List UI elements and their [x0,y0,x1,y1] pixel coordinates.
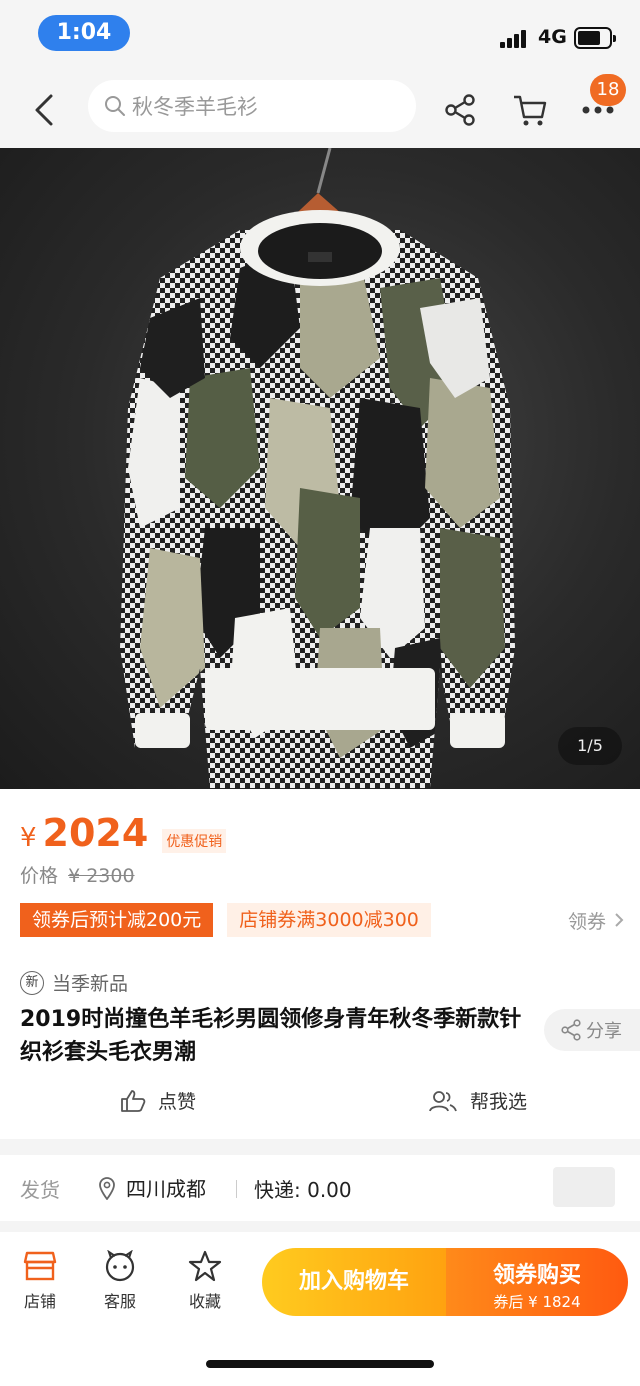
promo-tag: 优惠促销 [162,829,227,853]
currency-symbol: ¥ [20,823,37,853]
star-icon [188,1250,222,1282]
like-button[interactable]: 点赞 [120,1087,196,1114]
location-pin-icon [99,1176,115,1200]
get-coupon-link[interactable]: 领券 [568,907,624,934]
back-arrow-icon [35,94,53,126]
nav-bar: 秋冬季羊毛衫 18 [0,74,640,148]
delivery-location: 四川成都 [98,1173,206,1202]
share-icon [445,94,475,126]
coupon-row[interactable]: 领券后预计减200元 店铺券满3000减300 领券 [20,903,624,937]
back-button[interactable] [24,88,64,132]
status-bar: 1:04 4G [0,0,640,74]
original-price-label: 价格 [20,865,59,887]
share-button[interactable] [438,88,482,132]
new-arrival-label: 当季新品 [52,973,129,995]
service-label: 客服 [103,1292,136,1311]
get-coupon-label: 领券 [567,910,606,933]
tab-customer-service[interactable]: 客服 [90,1250,150,1312]
favorite-label: 收藏 [188,1292,221,1311]
original-price: ¥ 2300 [68,865,135,887]
like-label: 点赞 [158,1091,197,1113]
shipping-fee: 快递: 0.00 [254,1178,352,1202]
network-type: 4G [538,26,567,48]
delivery-label: 发货 [20,1178,60,1202]
share-small-icon [561,1019,581,1041]
tab-shop[interactable]: 店铺 [10,1250,70,1312]
share-label: 分享 [586,1021,622,1042]
price-row: ¥ 2024 优惠促销 [20,811,227,855]
search-icon [105,96,125,116]
product-info: ¥ 2024 优惠促销 价格 ¥ 2300 领券后预计减200元 店铺券满300… [0,789,640,1139]
add-to-cart-button[interactable]: 加入购物车 [262,1248,446,1316]
thumbs-up-icon [121,1089,146,1112]
new-arrival-row: 新 当季新品 [20,969,128,996]
battery-icon [574,27,616,49]
chevron-right-icon [615,913,624,927]
image-counter: 1/5 [558,727,622,765]
shop-coupon-tag: 店铺券满3000减300 [227,903,431,937]
signal-icon [500,30,530,48]
search-placeholder: 秋冬季羊毛衫 [132,95,258,119]
buy-with-coupon-button[interactable]: 领券购买 券后 ¥ 1824 [446,1248,628,1316]
tab-favorite[interactable]: 收藏 [175,1250,235,1312]
cart-icon [514,95,547,126]
cart-button[interactable] [508,88,552,132]
help-choose-button[interactable]: 帮我选 [428,1087,527,1114]
product-image[interactable]: 1/5 [0,148,640,789]
home-indicator[interactable] [206,1360,434,1368]
delivery-city: 四川成都 [126,1177,206,1201]
share-pill-button[interactable]: 分享 [544,1009,640,1051]
original-price-row: 价格 ¥ 2300 [20,861,135,888]
buy-label: 领券购买 [492,1263,581,1288]
sweater-illustration [120,148,515,788]
coupon-estimate-tag: 领券后预计减200元 [20,903,214,937]
blurred-thumbnail [553,1167,615,1207]
help-choose-label: 帮我选 [470,1091,528,1113]
message-count-badge: 18 [590,74,626,106]
delivery-row[interactable]: 发货 四川成都 快递: 0.00 [0,1155,640,1221]
product-title: 2019时尚撞色羊毛衫男圆领修身青年秋冬季新款针织衫套头毛衣男潮 [20,1007,522,1065]
divider [236,1180,237,1198]
buy-after-coupon-price: 券后 ¥ 1824 [493,1293,581,1311]
search-input[interactable]: 秋冬季羊毛衫 [88,80,416,132]
shop-label: 店铺 [23,1292,56,1311]
people-icon [429,1090,457,1111]
new-badge-icon: 新 [20,970,44,995]
more-dots-icon [582,106,614,114]
status-time: 1:04 [38,15,130,51]
shop-icon [23,1251,57,1281]
service-icon [105,1250,135,1282]
sale-price: 2024 [42,811,149,855]
